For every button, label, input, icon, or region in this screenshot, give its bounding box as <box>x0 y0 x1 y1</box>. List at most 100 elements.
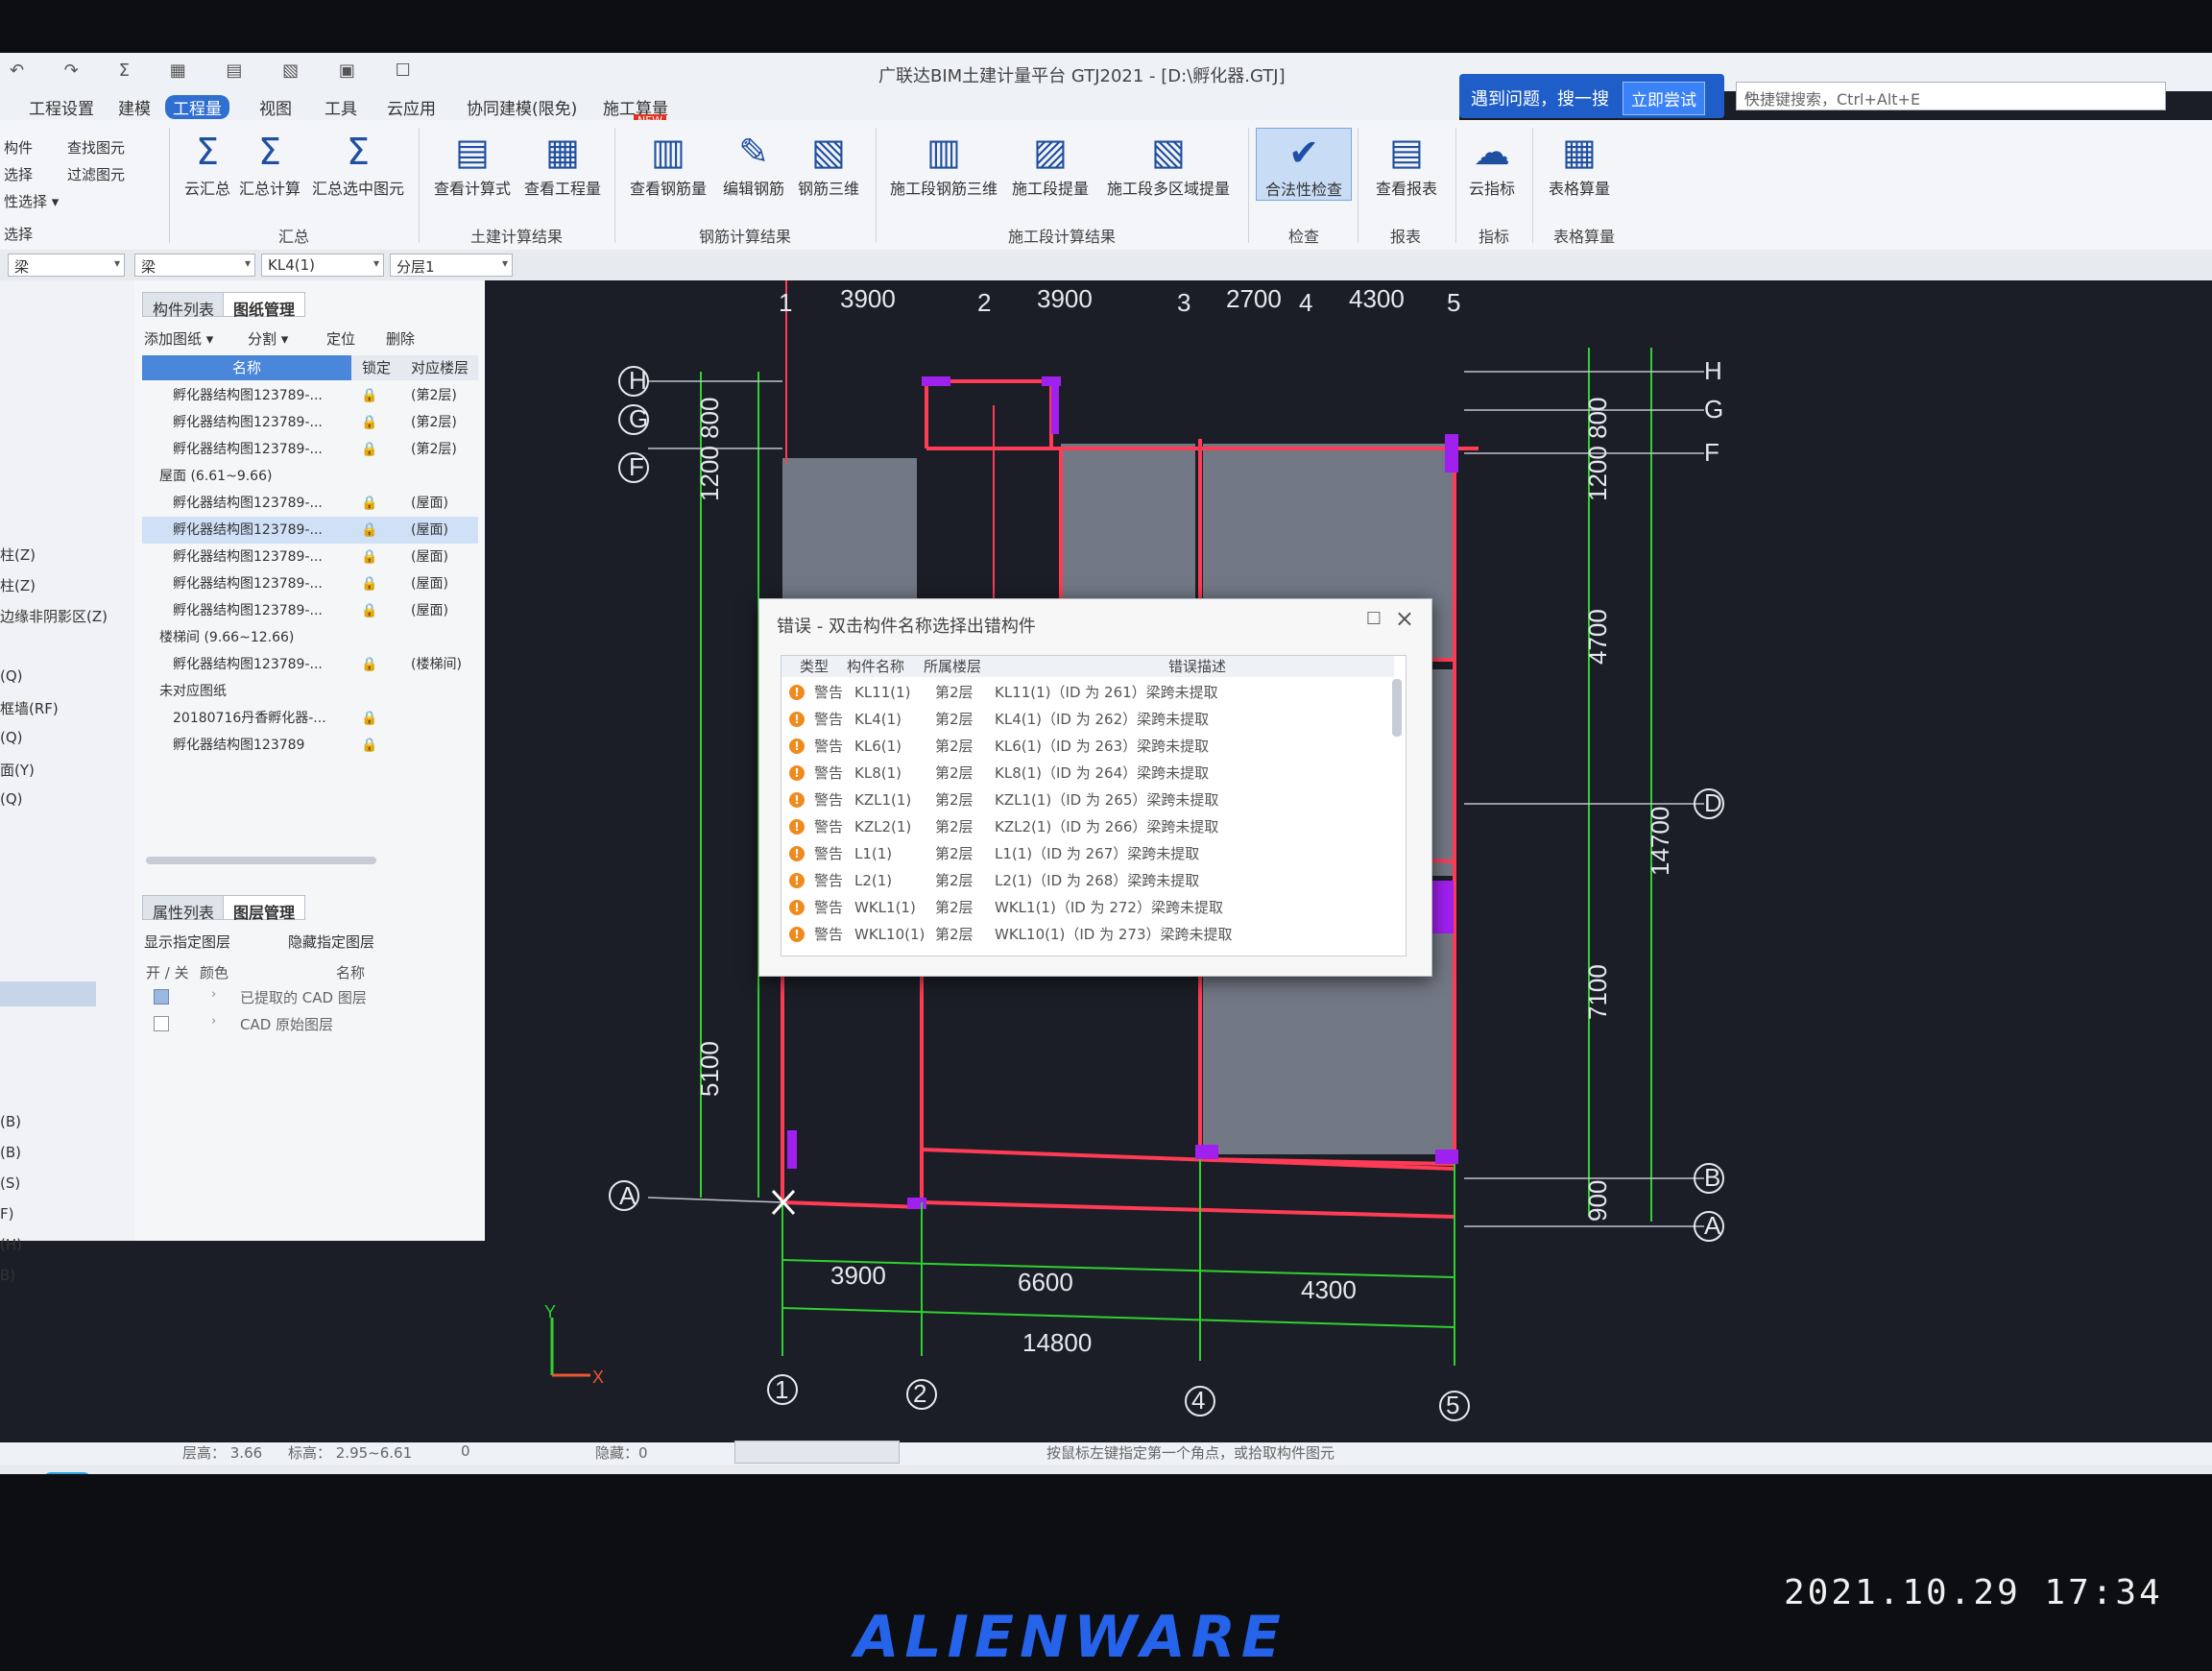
component-select[interactable]: KL4(1) ▾ <box>261 254 384 277</box>
drawing-row[interactable]: 20180716丹香孵化器-... 🔒 <box>142 705 478 732</box>
drawing-group-row[interactable]: 屋面 (6.61~9.66) <box>142 463 478 490</box>
element-sub-select[interactable]: 梁 ▾ <box>134 254 255 277</box>
vertical-scrollbar[interactable] <box>1392 679 1402 737</box>
drawing-row[interactable]: 孵化器结构图123789 🔒 <box>142 732 478 759</box>
tab-project-settings[interactable]: 工程设置 <box>21 95 102 119</box>
layer-checkbox[interactable] <box>154 989 169 1005</box>
lock-icon[interactable]: 🔒 <box>361 732 377 759</box>
element-type-select[interactable]: 梁 ▾ <box>8 254 125 277</box>
lock-icon[interactable]: 🔒 <box>361 409 377 436</box>
cloud-summary-button[interactable]: Σ 云汇总 <box>169 128 246 199</box>
hide-layer-button[interactable]: 隐藏指定图层 <box>288 932 374 952</box>
col-type[interactable]: 类型 <box>781 656 847 677</box>
snap-toolbar[interactable] <box>734 1441 900 1464</box>
col-floor[interactable]: 所属楼层 <box>924 656 1000 677</box>
tab-layer-management[interactable]: 图层管理 <box>223 895 306 922</box>
lock-icon[interactable]: 🔒 <box>361 544 377 570</box>
drawing-row[interactable]: 孵化器结构图123789-... 🔒 (屋面) <box>142 490 478 517</box>
table-quantity-button[interactable]: ▦ 表格算量 <box>1536 128 1623 199</box>
segment-quantity-button[interactable]: ▨ 施工段提量 <box>1004 128 1096 199</box>
try-now-button[interactable]: 立即尝试 <box>1623 82 1705 115</box>
property-select[interactable]: 性选择 ▾ <box>4 191 59 211</box>
error-row[interactable]: ! 警告 KL4(1) 第2层 KL4(1)（ID 为 262）梁跨未提取 <box>781 706 1386 733</box>
close-icon[interactable]: × <box>1395 605 1414 632</box>
drawing-row[interactable]: 孵化器结构图123789-... 🔒 (屋面) <box>142 597 478 624</box>
drawing-group-row[interactable]: 楼梯间 (9.66~12.66) <box>142 624 478 651</box>
locate-button[interactable]: 定位 <box>326 328 355 349</box>
lock-icon[interactable]: 🔒 <box>361 570 377 597</box>
add-drawing-button[interactable]: 添加图纸 ▾ <box>144 328 213 349</box>
show-layer-button[interactable]: 显示指定图层 <box>144 932 230 952</box>
error-row[interactable]: ! 警告 KL8(1) 第2层 KL8(1)（ID 为 264）梁跨未提取 <box>781 760 1386 787</box>
rebar-3d-button[interactable]: ▧ 钢筋三维 <box>789 128 868 199</box>
summary-selected-button[interactable]: Σ 汇总选中图元 <box>305 128 411 199</box>
error-row[interactable]: ! 警告 L2(1) 第2层 L2(1)（ID 为 268）梁跨未提取 <box>781 867 1386 894</box>
tree-item[interactable]: 柱(Z) <box>0 545 36 565</box>
tree-item[interactable]: 边缘非阴影区(Z) <box>0 606 108 626</box>
tree-item[interactable]: (S) <box>0 1175 20 1192</box>
col-name[interactable]: 名称 <box>142 355 351 380</box>
quick-access-toolbar[interactable]: ↶ ↷ Σ ▦ ▤ ▧ ▣ ☐ <box>10 61 428 81</box>
maximize-icon[interactable]: ☐ <box>1366 609 1382 629</box>
lock-icon[interactable]: 🔒 <box>361 382 377 409</box>
tab-component-list[interactable]: 构件列表 <box>142 292 226 319</box>
horizontal-scrollbar[interactable] <box>146 857 376 864</box>
col-lock[interactable]: 锁定 <box>351 355 401 380</box>
lock-icon[interactable]: 🔒 <box>361 517 377 544</box>
tree-item[interactable]: 框墙(RF) <box>0 698 59 718</box>
tab-drawing-management[interactable]: 图纸管理 <box>223 292 306 319</box>
tab-modeling[interactable]: 建模 <box>110 95 158 119</box>
tree-item[interactable]: (B) <box>0 1113 21 1130</box>
drawing-group-row[interactable]: 未对应图纸 <box>142 678 478 705</box>
lock-icon[interactable]: 🔒 <box>361 597 377 624</box>
error-row[interactable]: ! 警告 KZL2(1) 第2层 KZL2(1)（ID 为 266）梁跨未提取 <box>781 813 1386 840</box>
delete-button[interactable]: 删除 <box>386 328 415 349</box>
error-row[interactable]: ! 警告 L1(1) 第2层 L1(1)（ID 为 267）梁跨未提取 <box>781 840 1386 867</box>
tree-item[interactable]: (H) <box>0 1236 22 1253</box>
drawing-row[interactable]: 孵化器结构图123789-... 🔒 (屋面) <box>142 544 478 570</box>
legality-check-button[interactable]: ✔ 合法性检查 <box>1256 128 1352 201</box>
edit-rebar-button[interactable]: ✎ 编辑钢筋 <box>714 128 793 199</box>
drawing-row[interactable]: 孵化器结构图123789-... 🔒 (屋面) <box>142 517 478 544</box>
segment-rebar-3d-button[interactable]: ▥ 施工段钢筋三维 <box>881 128 1006 199</box>
tree-item[interactable]: (Q) <box>0 790 23 808</box>
tree-item[interactable]: F) <box>0 1205 13 1223</box>
col-description[interactable]: 错误描述 <box>1000 656 1394 677</box>
tree-item[interactable]: (Q) <box>0 729 23 746</box>
tab-properties[interactable]: 属性列表 <box>142 895 226 922</box>
find-element-button[interactable]: 查找图元 <box>67 137 125 157</box>
tab-quantities[interactable]: 工程量 <box>165 95 229 119</box>
drawing-row[interactable]: 孵化器结构图123789-... 🔒 (第2层) <box>142 409 478 436</box>
split-button[interactable]: 分割 ▾ <box>248 328 288 349</box>
tree-item[interactable]: 面(Y) <box>0 760 35 780</box>
app-launcher-icon[interactable]: T <box>43 1472 91 1474</box>
drawing-row[interactable]: 孵化器结构图123789-... 🔒 (第2层) <box>142 436 478 463</box>
tree-item[interactable]: (Q) <box>0 667 23 685</box>
view-formula-button[interactable]: ▤ 查看计算式 <box>426 128 518 199</box>
drawing-row[interactable]: 孵化器结构图123789-... 🔒 (楼梯间) <box>142 651 478 678</box>
error-row[interactable]: ! 警告 WKL1(1) 第2层 WKL1(1)（ID 为 272）梁跨未提取 <box>781 894 1386 921</box>
lock-icon[interactable]: 🔒 <box>361 705 377 732</box>
drawing-row[interactable]: 孵化器结构图123789-... 🔒 (第2层) <box>142 382 478 409</box>
tree-item[interactable]: (B) <box>0 1144 21 1161</box>
tab-view[interactable]: 视图 <box>252 95 300 119</box>
drawing-row[interactable]: 孵化器结构图123789-... 🔒 (屋面) <box>142 570 478 597</box>
layer-select[interactable]: 分层1 ▾ <box>390 254 513 277</box>
expand-icon[interactable]: › <box>211 1014 216 1029</box>
expand-icon[interactable]: › <box>211 987 216 1002</box>
lock-icon[interactable]: 🔒 <box>361 651 377 678</box>
filter-element-button[interactable]: 过滤图元 <box>67 164 125 184</box>
lock-icon[interactable]: 🔒 <box>361 490 377 517</box>
select-item[interactable]: 选择 <box>4 164 33 184</box>
tab-tools[interactable]: 工具 <box>317 95 365 119</box>
search-icon[interactable]: ⌕ <box>1744 85 2157 105</box>
tree-item[interactable]: 柱(Z) <box>0 575 36 595</box>
cloud-indicator-button[interactable]: ☁ 云指标 <box>1455 128 1528 199</box>
shortcut-search-input[interactable]: 快捷键搜索，Ctrl+Alt+E ⌕ <box>1736 82 2166 110</box>
lock-icon[interactable]: 🔒 <box>361 436 377 463</box>
segment-multi-area-button[interactable]: ▧ 施工段多区域提量 <box>1100 128 1237 199</box>
tree-selected-row[interactable] <box>0 981 96 1006</box>
error-row[interactable]: ! 警告 WKL10(1) 第2层 WKL10(1)（ID 为 273）梁跨未提取 <box>781 921 1386 948</box>
layer-checkbox[interactable] <box>154 1016 169 1031</box>
tab-cloud[interactable]: 云应用 <box>379 95 444 119</box>
